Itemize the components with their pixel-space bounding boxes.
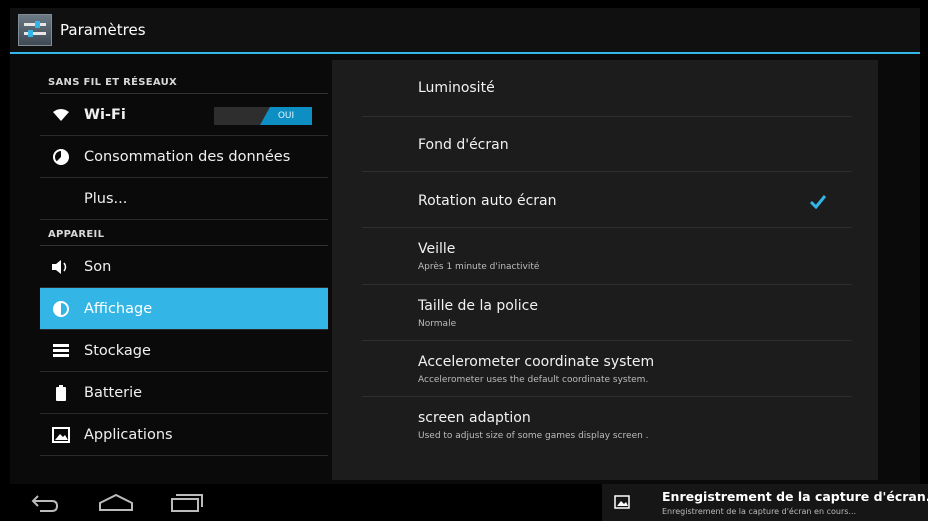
sidebar-item-display[interactable]: Affichage xyxy=(40,288,328,330)
sidebar-item-label: Consommation des données xyxy=(84,148,291,165)
wifi-toggle[interactable]: OUI xyxy=(214,107,312,125)
sidebar-item-label: Stockage xyxy=(84,342,151,359)
sidebar-item-label: Applications xyxy=(84,426,173,443)
speaker-icon xyxy=(50,258,72,276)
applications-icon xyxy=(50,426,72,444)
storage-icon xyxy=(50,342,72,360)
setting-title: Luminosité xyxy=(418,80,495,96)
setting-screen-adaption[interactable]: screen adaption Used to adjust size of s… xyxy=(362,397,852,453)
battery-icon xyxy=(50,384,72,402)
settings-sidebar: SANS FIL ET RÉSEAUX Wi-Fi OUI Consommati… xyxy=(40,68,328,478)
image-icon xyxy=(614,494,630,509)
setting-auto-rotate[interactable]: Rotation auto écran xyxy=(362,172,852,228)
sidebar-item-storage[interactable]: Stockage xyxy=(40,330,328,372)
wifi-toggle-label: OUI xyxy=(260,107,312,125)
sidebar-item-label: Batterie xyxy=(84,384,143,401)
display-icon xyxy=(50,300,72,318)
sidebar-item-label: Affichage xyxy=(84,300,153,317)
setting-summary: Used to adjust size of some games displa… xyxy=(418,431,649,441)
setting-accelerometer[interactable]: Accelerometer coordinate system Accelero… xyxy=(362,341,852,397)
setting-title: Accelerometer coordinate system xyxy=(418,354,655,370)
setting-font-size[interactable]: Taille de la police Normale xyxy=(362,285,852,341)
sidebar-item-sound[interactable]: Son xyxy=(40,246,328,288)
setting-brightness[interactable]: Luminosité xyxy=(362,60,852,117)
setting-wallpaper[interactable]: Fond d'écran xyxy=(362,117,852,172)
sidebar-item-label: Son xyxy=(84,258,112,275)
action-bar: Paramètres xyxy=(10,8,920,54)
setting-summary: Normale xyxy=(418,319,457,329)
setting-summary: Après 1 minute d'inactivité xyxy=(418,262,540,272)
recent-apps-icon[interactable] xyxy=(170,492,204,518)
setting-summary: Accelerometer uses the default coordinat… xyxy=(418,375,649,385)
screenshot-notification[interactable]: Enregistrement de la capture d'écran.. E… xyxy=(602,484,928,521)
data-usage-icon xyxy=(50,148,72,166)
back-icon[interactable] xyxy=(30,492,60,518)
display-settings-panel: Luminosité Fond d'écran Rotation auto éc… xyxy=(332,60,878,480)
sidebar-item-more[interactable]: Plus... xyxy=(40,178,328,220)
notification-text: Enregistrement de la capture d'écran en … xyxy=(662,507,857,516)
section-header-device: APPAREIL xyxy=(40,220,328,246)
sidebar-item-label: Plus... xyxy=(84,190,128,207)
setting-sleep[interactable]: Veille Après 1 minute d'inactivité xyxy=(362,228,852,285)
setting-title: Rotation auto écran xyxy=(418,193,557,209)
setting-title: Veille xyxy=(418,241,456,257)
setting-title: Taille de la police xyxy=(418,298,538,314)
home-icon[interactable] xyxy=(98,492,134,518)
sidebar-item-label: Wi-Fi xyxy=(84,106,126,123)
notification-title: Enregistrement de la capture d'écran.. xyxy=(662,489,928,504)
sidebar-item-applications[interactable]: Applications xyxy=(40,414,328,456)
settings-app-icon[interactable] xyxy=(18,14,52,46)
section-header-wireless: SANS FIL ET RÉSEAUX xyxy=(40,68,328,94)
auto-rotate-checkbox[interactable] xyxy=(809,194,827,213)
sidebar-item-wifi[interactable]: Wi-Fi OUI xyxy=(40,94,328,136)
wifi-icon xyxy=(50,106,72,124)
sidebar-item-battery[interactable]: Batterie xyxy=(40,372,328,414)
window-title: Paramètres xyxy=(60,21,146,39)
setting-title: screen adaption xyxy=(418,410,531,426)
setting-title: Fond d'écran xyxy=(418,137,509,153)
sidebar-item-data-usage[interactable]: Consommation des données xyxy=(40,136,328,178)
